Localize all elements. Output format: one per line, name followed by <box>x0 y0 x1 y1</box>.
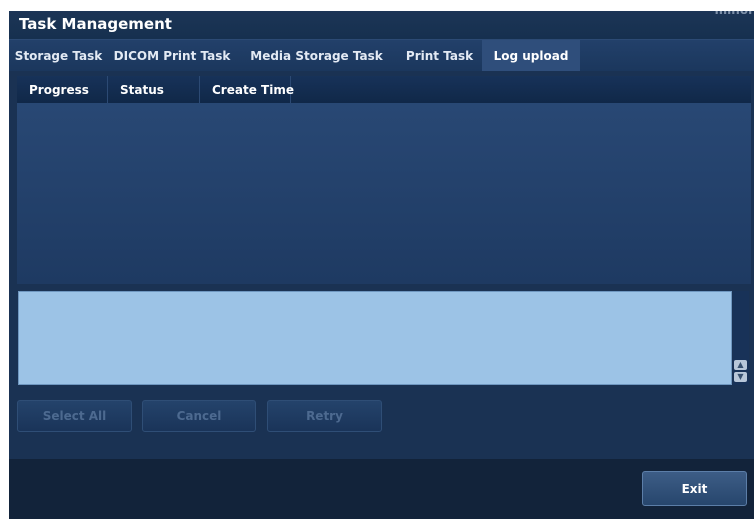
exit-button[interactable]: Exit <box>642 471 747 506</box>
scroll-up-arrow-icon[interactable]: ▲ <box>734 360 747 370</box>
tab-storage-task[interactable]: Storage Task <box>9 40 108 71</box>
table-header: Progress Status Create Time <box>17 76 751 103</box>
retry-button[interactable]: Retry <box>267 400 382 432</box>
message-textarea[interactable] <box>18 291 732 385</box>
tab-dicom-print-task[interactable]: DICOM Print Task <box>108 40 236 71</box>
title-bar: Task Management minor <box>9 11 754 39</box>
column-header-progress[interactable]: Progress <box>17 76 108 103</box>
cancel-button[interactable]: Cancel <box>142 400 256 432</box>
scroll-down-arrow-icon[interactable]: ▼ <box>734 372 747 382</box>
task-table[interactable]: Progress Status Create Time <box>17 76 751 284</box>
message-scrollbar[interactable]: ▲ ▼ <box>733 291 749 385</box>
tab-log-upload[interactable]: Log upload <box>482 40 580 71</box>
corner-label: minor <box>715 11 754 17</box>
footer-bar: Exit <box>9 459 754 519</box>
column-header-create-time[interactable]: Create Time <box>200 76 294 103</box>
select-all-button[interactable]: Select All <box>17 400 132 432</box>
column-header-status[interactable]: Status <box>108 76 200 103</box>
dialog-title: Task Management <box>19 15 172 33</box>
task-management-dialog: Task Management minor Storage Task DICOM… <box>9 11 754 519</box>
tab-bar: Storage Task DICOM Print Task Media Stor… <box>9 39 754 71</box>
tab-media-storage-task[interactable]: Media Storage Task <box>236 40 397 71</box>
tab-print-task[interactable]: Print Task <box>397 40 482 71</box>
